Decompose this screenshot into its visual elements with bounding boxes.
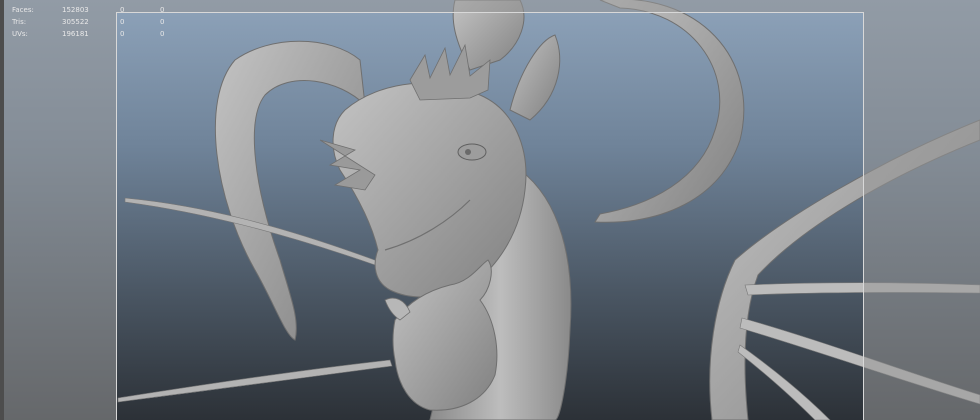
hud-value: 0: [120, 30, 125, 38]
poly-count-hud: Faces: 152803 0 0 Tris: 305522 0 0 UVs: …: [12, 4, 190, 40]
hud-value: 0: [120, 6, 125, 14]
film-gate-mask-right: [864, 0, 980, 420]
hud-value: 305522: [62, 18, 89, 26]
resolution-gate: [116, 12, 864, 420]
hud-value: 152803: [62, 6, 89, 14]
hud-row-tris: Tris: 305522 0 0: [12, 16, 190, 28]
hud-row-uvs: UVs: 196181 0 0: [12, 28, 190, 40]
hud-value: 0: [160, 30, 165, 38]
hud-label: Tris:: [12, 18, 27, 26]
film-gate-mask-left: [0, 0, 116, 420]
hud-value: 196181: [62, 30, 89, 38]
film-gate-mask-top: [116, 0, 864, 12]
hud-value: 0: [160, 6, 165, 14]
hud-label: Faces:: [12, 6, 34, 14]
hud-value: 0: [160, 18, 165, 26]
viewport-border: [0, 0, 4, 420]
3d-viewport[interactable]: Faces: 152803 0 0 Tris: 305522 0 0 UVs: …: [0, 0, 980, 420]
hud-label: UVs:: [12, 30, 28, 38]
hud-value: 0: [120, 18, 125, 26]
hud-row-faces: Faces: 152803 0 0: [12, 4, 190, 16]
